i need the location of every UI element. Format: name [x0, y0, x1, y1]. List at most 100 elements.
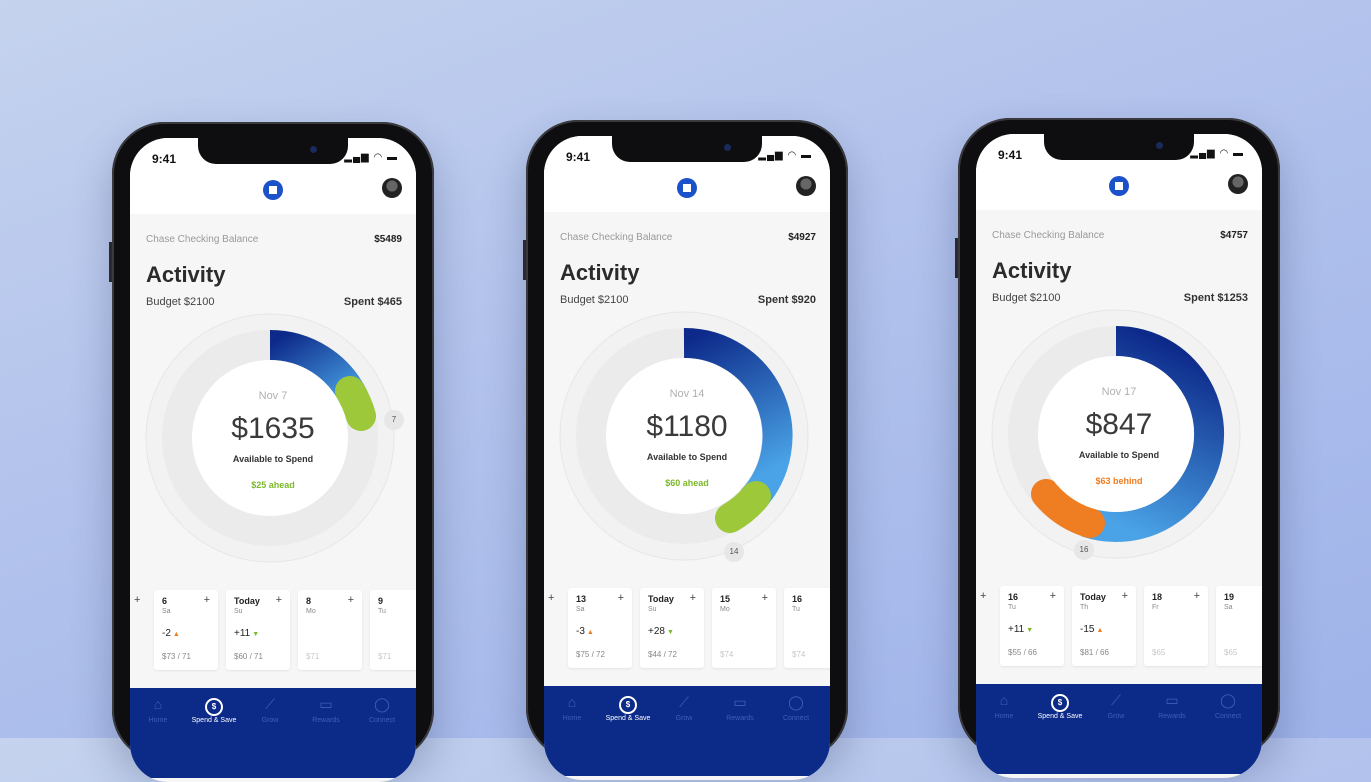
day-number: 8: [306, 596, 312, 606]
ring-graphic: [559, 311, 809, 561]
balance-row: Chase Checking Balance $5489: [130, 234, 416, 254]
spent-label: Spent $465: [343, 296, 402, 308]
day-ratio: $65: [1224, 648, 1238, 657]
tab-grow[interactable]: ⟋ Grow: [242, 696, 298, 724]
day-strip[interactable]: + 16 + Tu +11 ▼ $55 / 66 Today + Th -15 ▲ …: [976, 586, 1262, 668]
tab-bar: ⌂ Home $ Spend & Save ⟋ Grow ▭ Rewards ◯ Conn…: [544, 686, 830, 776]
tab-spend-save[interactable]: $ Spend & Save: [1032, 692, 1088, 720]
day-card[interactable]: 16 + Tu +11 ▼ $55 / 66: [1000, 586, 1064, 666]
day-weekday: Sa: [162, 608, 171, 615]
day-delta: +11 ▼: [1008, 624, 1034, 635]
avatar[interactable]: [796, 176, 816, 196]
tab-label: Grow: [675, 715, 693, 722]
card-icon: ▭: [733, 694, 747, 710]
available-amount: $847: [1085, 408, 1153, 441]
add-icon[interactable]: +: [690, 592, 696, 604]
prev-day-add-icon[interactable]: +: [980, 590, 986, 602]
app-bar: [976, 170, 1262, 210]
day-card[interactable]: 18 + Fr $65: [1144, 586, 1208, 666]
prev-day-add-icon[interactable]: +: [548, 592, 554, 604]
day-card[interactable]: 6 + Sa -2 ▲ $73 / 71: [154, 590, 218, 670]
day-number: Today: [1080, 592, 1106, 602]
down-arrow-icon: ▼: [1026, 627, 1034, 634]
day-card[interactable]: 16 Tu $74: [784, 588, 830, 668]
balance-row: Chase Checking Balance $4757: [976, 230, 1262, 250]
ring-date: Nov 7: [258, 390, 288, 402]
budget-ring[interactable]: Nov 7 $1635 Available to Spend $25 ahead…: [130, 312, 416, 582]
day-card-today[interactable]: Today + Th -15 ▲ $81 / 66: [1072, 586, 1136, 666]
signal-wifi-battery-icon: ▂▄▆ ◠ ▬: [758, 150, 812, 161]
camera: [724, 144, 731, 151]
tab-home[interactable]: ⌂ Home: [130, 696, 186, 724]
add-icon[interactable]: +: [204, 594, 210, 606]
prev-day-add-icon[interactable]: +: [134, 594, 140, 606]
signal-wifi-battery-icon: ▂▄▆ ◠ ▬: [1190, 148, 1244, 159]
add-icon[interactable]: +: [618, 592, 624, 604]
tab-label: Spend & Save: [1037, 713, 1083, 720]
day-strip[interactable]: + 13 + Sa -3 ▲ $75 / 72 Today + Su +28 ▼ $…: [544, 588, 830, 670]
avatar[interactable]: [1228, 174, 1248, 194]
camera: [1156, 142, 1163, 149]
tab-grow[interactable]: ⟋ Grow: [656, 694, 712, 722]
day-number: 18: [1152, 592, 1163, 602]
notch: [1044, 134, 1194, 160]
day-card[interactable]: 8 + Mo $71: [298, 590, 362, 670]
tab-connect[interactable]: ◯ Connect: [1200, 692, 1256, 720]
add-icon[interactable]: +: [762, 592, 768, 604]
day-card-today[interactable]: Today + Su +11 ▼ $60 / 71: [226, 590, 290, 670]
card-icon: ▭: [319, 696, 333, 712]
budget-label: Budget $2100: [146, 296, 215, 308]
phone-screen: 9:41 ▂▄▆ ◠ ▬ Chase Checking Balance $475…: [976, 134, 1262, 778]
ring-graphic: [991, 309, 1241, 559]
add-icon[interactable]: +: [276, 594, 282, 606]
tab-rewards[interactable]: ▭ Rewards: [712, 694, 768, 722]
day-ratio: $74: [792, 650, 806, 659]
avatar[interactable]: [382, 178, 402, 198]
day-delta: -15 ▲: [1080, 624, 1104, 635]
day-card[interactable]: 19 Sa $65: [1216, 586, 1262, 666]
tab-rewards[interactable]: ▭ Rewards: [1144, 692, 1200, 720]
tab-grow[interactable]: ⟋ Grow: [1088, 692, 1144, 720]
ring-graphic: [145, 313, 395, 563]
budget-ring[interactable]: Nov 17 $847 Available to Spend $63 behin…: [976, 308, 1262, 578]
day-number: 19: [1224, 592, 1235, 602]
day-card[interactable]: 9 Tu $71: [370, 590, 416, 670]
available-label: Available to Spend: [646, 452, 728, 462]
add-icon[interactable]: +: [1122, 590, 1128, 602]
tab-home[interactable]: ⌂ Home: [544, 694, 600, 722]
add-icon[interactable]: +: [348, 594, 354, 606]
tab-spend-save[interactable]: $ Spend & Save: [186, 696, 242, 724]
status-time: 9:41: [152, 152, 177, 166]
available-label: Available to Spend: [1078, 450, 1160, 460]
tab-label: Rewards: [726, 715, 754, 722]
up-arrow-icon: ▲: [586, 629, 594, 636]
budget-status: $60 ahead: [665, 478, 709, 488]
day-number: Today: [234, 596, 260, 606]
day-card[interactable]: 15 + Mo $74: [712, 588, 776, 668]
volume-button: [109, 242, 112, 282]
tab-connect[interactable]: ◯ Connect: [768, 694, 824, 722]
budget-status: $63 behind: [1095, 476, 1143, 486]
tab-spend-save[interactable]: $ Spend & Save: [600, 694, 656, 722]
day-ratio: $60 / 71: [234, 652, 263, 661]
available-amount: $1635: [231, 412, 315, 445]
tab-connect[interactable]: ◯ Connect: [354, 696, 410, 724]
budget-ring[interactable]: Nov 14 $1180 Available to Spend $60 ahea…: [544, 310, 830, 580]
chat-icon: ◯: [788, 694, 804, 710]
day-delta: -2 ▲: [162, 628, 180, 639]
day-card[interactable]: 13 + Sa -3 ▲ $75 / 72: [568, 588, 632, 668]
add-icon[interactable]: +: [1194, 590, 1200, 602]
chase-logo-icon: [1109, 176, 1129, 196]
chat-icon: ◯: [1220, 692, 1236, 708]
day-number: 16: [792, 594, 803, 604]
add-icon[interactable]: +: [1050, 590, 1056, 602]
day-ratio: $55 / 66: [1008, 648, 1037, 657]
day-card-today[interactable]: Today + Su +28 ▼ $44 / 72: [640, 588, 704, 668]
tab-home[interactable]: ⌂ Home: [976, 692, 1032, 720]
tab-label: Grow: [1107, 713, 1125, 720]
tab-label: Rewards: [312, 717, 340, 724]
day-strip[interactable]: + 6 + Sa -2 ▲ $73 / 71 Today + Su +11 ▼ $6…: [130, 590, 416, 672]
tab-rewards[interactable]: ▭ Rewards: [298, 696, 354, 724]
trend-icon: ⟋: [265, 696, 275, 712]
up-arrow-icon: ▲: [1096, 627, 1104, 634]
